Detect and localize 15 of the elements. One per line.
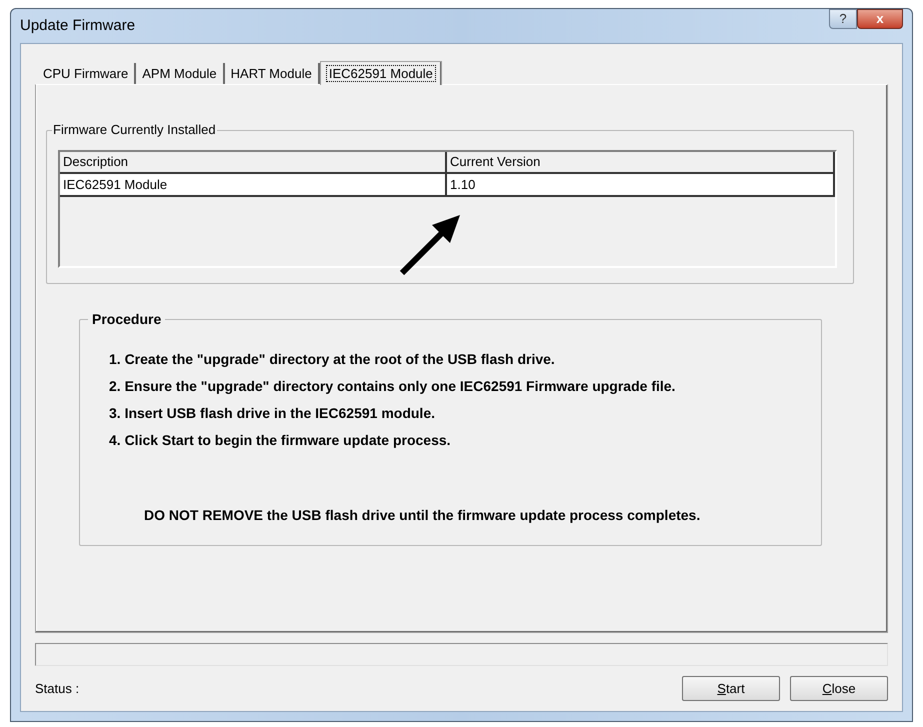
status-label: Status : <box>35 680 80 698</box>
window-title: Update Firmware <box>20 16 136 36</box>
table-cell: 1.10 <box>447 174 835 195</box>
group-title: Procedure <box>88 311 166 327</box>
step-text: 1. Create the "upgrade" directory at the root of the USB flash drive. <box>109 350 556 368</box>
step-text: 2. Ensure the "upgrade" directory contains only one IEC62591 Firmware upgrade file. <box>109 377 676 395</box>
group-title: Firmware Currently Installed <box>52 122 217 138</box>
help-button[interactable]: ? <box>829 9 857 29</box>
table-cell: IEC62591 Module <box>60 174 447 195</box>
dialog-button[interactable]: Start <box>682 676 780 701</box>
dialog-button[interactable]: Close <box>790 676 888 701</box>
warning-text: DO NOT REMOVE the USB flash drive until the firmware update process completes. <box>144 506 700 525</box>
step-text: 4. Click Start to begin the firmware update process. <box>109 431 452 449</box>
step-text: 3. Insert USB flash drive in the IEC62591 module. <box>109 404 436 422</box>
tab[interactable]: IEC62591 Module <box>320 61 442 85</box>
